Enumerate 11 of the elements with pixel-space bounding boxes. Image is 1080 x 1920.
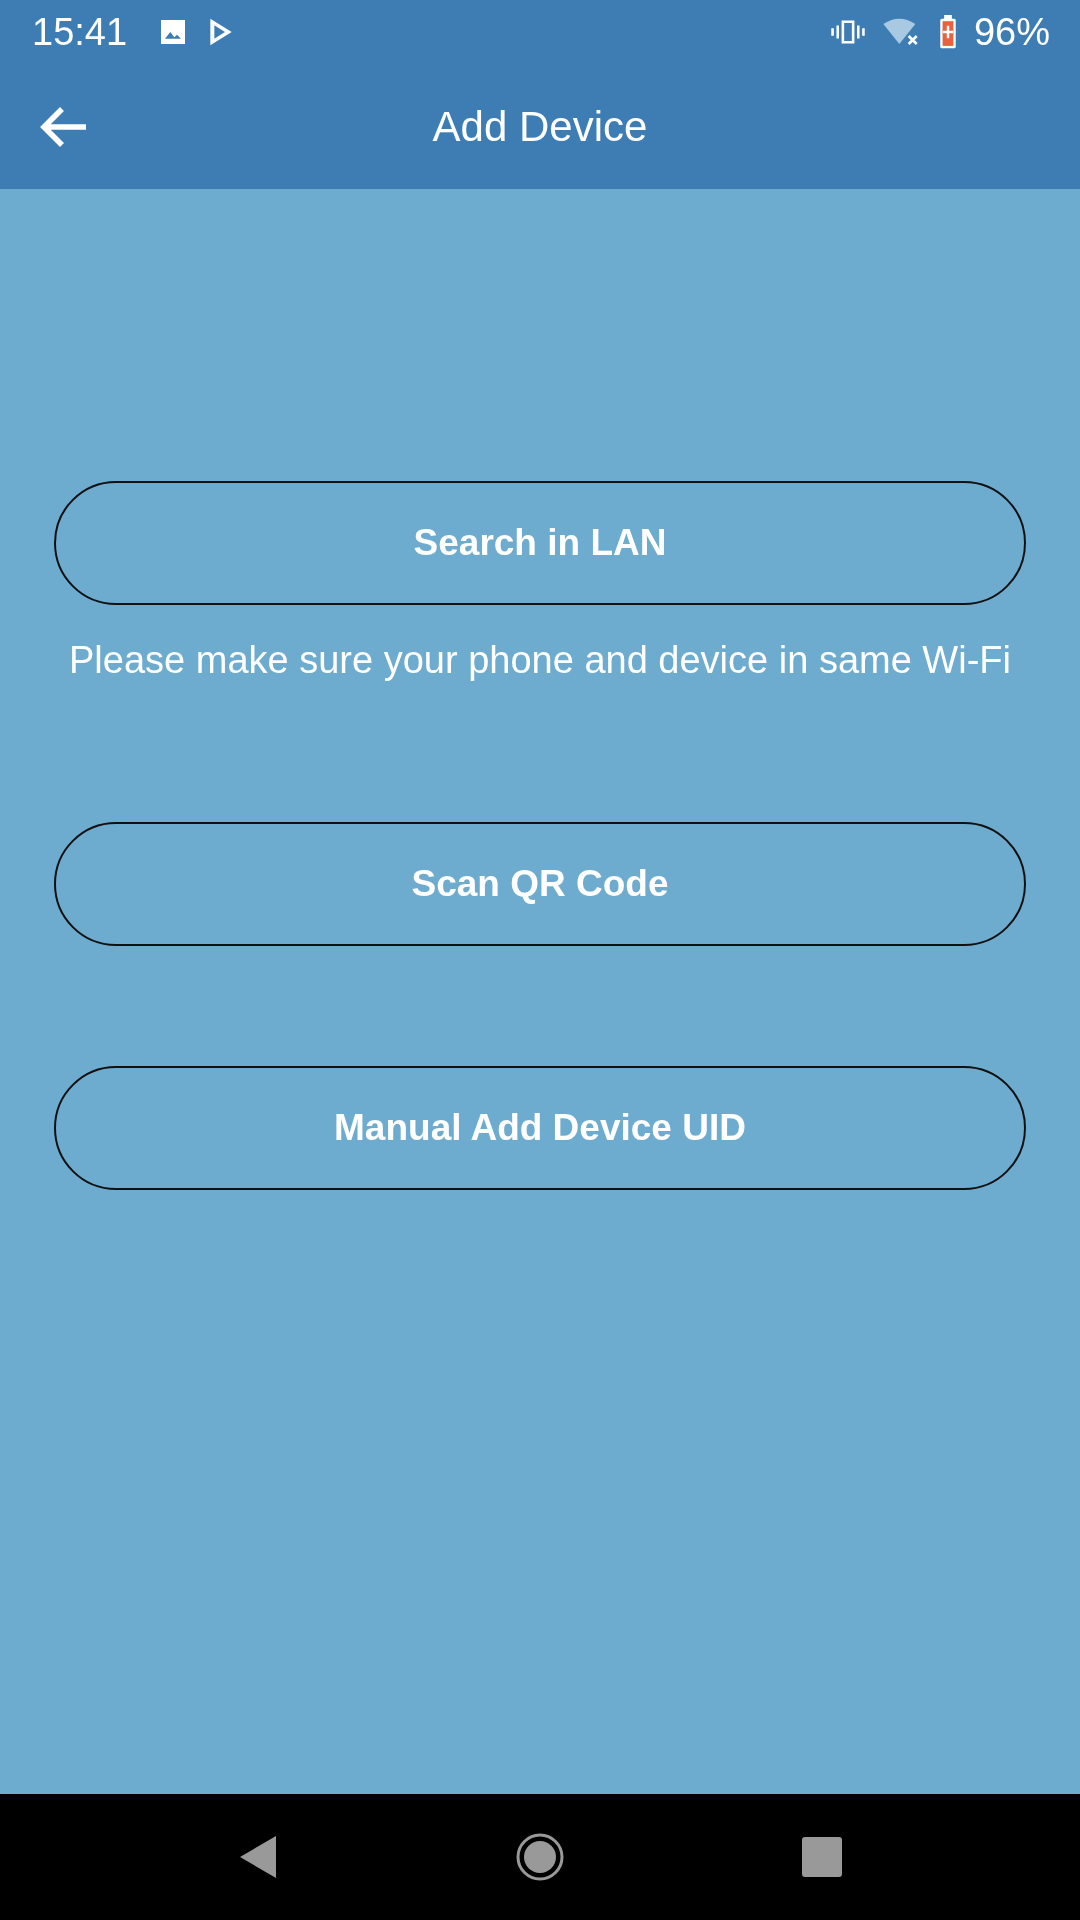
option-button[interactable]: Manual Add Device UID (54, 1066, 1026, 1190)
recents-icon[interactable] (801, 1837, 842, 1877)
home-icon[interactable] (515, 1832, 565, 1882)
hint-text: Please make sure your phone and device in same Wi-Fi (69, 639, 1011, 682)
screen-title: Add Device (432, 102, 648, 151)
battery-icon (937, 15, 958, 49)
status-time: 15:41 (32, 10, 128, 54)
option-button[interactable]: Search in LAN (54, 481, 1026, 605)
option-button[interactable]: Scan QR Code (54, 822, 1026, 946)
back-icon[interactable] (238, 1834, 279, 1880)
battery-percent: 96% (973, 10, 1050, 54)
